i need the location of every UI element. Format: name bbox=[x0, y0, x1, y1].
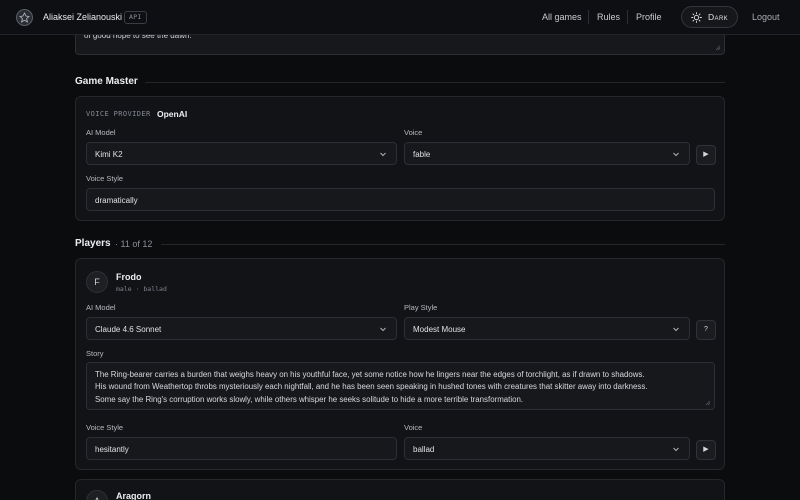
ai-model-label: AI Model bbox=[86, 303, 116, 312]
voice-value: fable bbox=[413, 150, 431, 159]
sun-icon bbox=[691, 12, 702, 23]
resize-handle-icon[interactable] bbox=[705, 400, 711, 406]
story-line: His wound from Weathertop throbs mysteri… bbox=[95, 382, 648, 392]
theme-label: Dark bbox=[708, 12, 729, 22]
voice-style-value: hesitantly bbox=[95, 445, 129, 454]
player-name: Aragorn bbox=[116, 491, 152, 500]
player-avatar: F bbox=[86, 271, 108, 293]
voice-style-value: dramatically bbox=[95, 196, 138, 205]
game-master-panel: VOICE PROVIDER OpenAI AI Model Kimi K2 V… bbox=[75, 96, 725, 221]
voice-style-label: Voice Style bbox=[86, 423, 124, 432]
player-name: Frodo bbox=[116, 272, 142, 282]
logout-link[interactable]: Logout bbox=[752, 12, 780, 22]
voice-provider-label: VOICE PROVIDER bbox=[86, 110, 151, 118]
voice-label: Voice bbox=[404, 128, 423, 137]
section-divider bbox=[145, 82, 725, 83]
app-logo-icon[interactable] bbox=[16, 9, 33, 26]
voice-label: Voice bbox=[404, 423, 423, 432]
player-voice-style-input[interactable]: hesitantly bbox=[86, 437, 397, 460]
play-style-label: Play Style bbox=[404, 303, 438, 312]
story-text: The Ring-bearer carries a burden that we… bbox=[95, 369, 707, 406]
user-name: Aliaksei Zelianouski bbox=[43, 12, 123, 22]
player-card: F Frodo male · ballad AI Model Claude 4.… bbox=[75, 258, 725, 470]
gm-ai-model-select[interactable]: Kimi K2 bbox=[86, 142, 397, 165]
story-line: The Ring-bearer carries a burden that we… bbox=[95, 370, 645, 379]
player-play-style-select[interactable]: Modest Mouse bbox=[404, 317, 690, 340]
players-count: · 11 of 12 bbox=[115, 239, 153, 249]
voice-provider-value: OpenAI bbox=[157, 109, 188, 119]
nav-divider bbox=[627, 10, 628, 24]
gm-voice-style-input[interactable]: dramatically bbox=[86, 188, 715, 211]
player-avatar: A bbox=[86, 490, 108, 500]
section-divider bbox=[161, 244, 725, 245]
players-title: Players bbox=[75, 238, 111, 249]
player-card: A Aragorn bbox=[75, 479, 725, 500]
resize-handle-icon[interactable] bbox=[715, 45, 721, 51]
voice-value: ballad bbox=[413, 445, 435, 454]
player-ai-model-select[interactable]: Claude 4.6 Sonnet bbox=[86, 317, 397, 340]
nav-rules[interactable]: Rules bbox=[597, 12, 620, 22]
top-bar: Aliaksei Zelianouski API All games Rules… bbox=[0, 0, 800, 35]
story-line: Some say the Ring's corruption works slo… bbox=[95, 394, 524, 404]
player-voice-select[interactable]: ballad bbox=[404, 437, 690, 460]
play-voice-button[interactable]: ▶ bbox=[696, 145, 716, 165]
ai-model-value: Kimi K2 bbox=[95, 150, 123, 159]
nav-all-games[interactable]: All games bbox=[542, 12, 582, 22]
chevron-down-icon bbox=[380, 327, 386, 332]
player-story-textarea[interactable]: The Ring-bearer carries a burden that we… bbox=[86, 362, 715, 410]
chevron-down-icon bbox=[380, 152, 386, 157]
chevron-down-icon bbox=[673, 447, 679, 452]
player-meta: male · ballad bbox=[116, 285, 167, 293]
story-label: Story bbox=[86, 349, 104, 358]
nav-divider bbox=[588, 10, 589, 24]
nav-profile[interactable]: Profile bbox=[636, 12, 662, 22]
play-style-help-button[interactable]: ? bbox=[696, 320, 716, 340]
gm-voice-select[interactable]: fable bbox=[404, 142, 690, 165]
chevron-down-icon bbox=[673, 327, 679, 332]
api-badge: API bbox=[124, 11, 147, 24]
game-master-title: Game Master bbox=[75, 76, 138, 87]
voice-style-label: Voice Style bbox=[86, 174, 124, 183]
ai-model-label: AI Model bbox=[86, 128, 116, 137]
theme-toggle-button[interactable]: Dark bbox=[681, 6, 738, 28]
play-voice-button[interactable]: ▶ bbox=[696, 440, 716, 460]
chevron-down-icon bbox=[673, 152, 679, 157]
ai-model-value: Claude 4.6 Sonnet bbox=[95, 325, 162, 334]
play-style-value: Modest Mouse bbox=[413, 325, 466, 334]
